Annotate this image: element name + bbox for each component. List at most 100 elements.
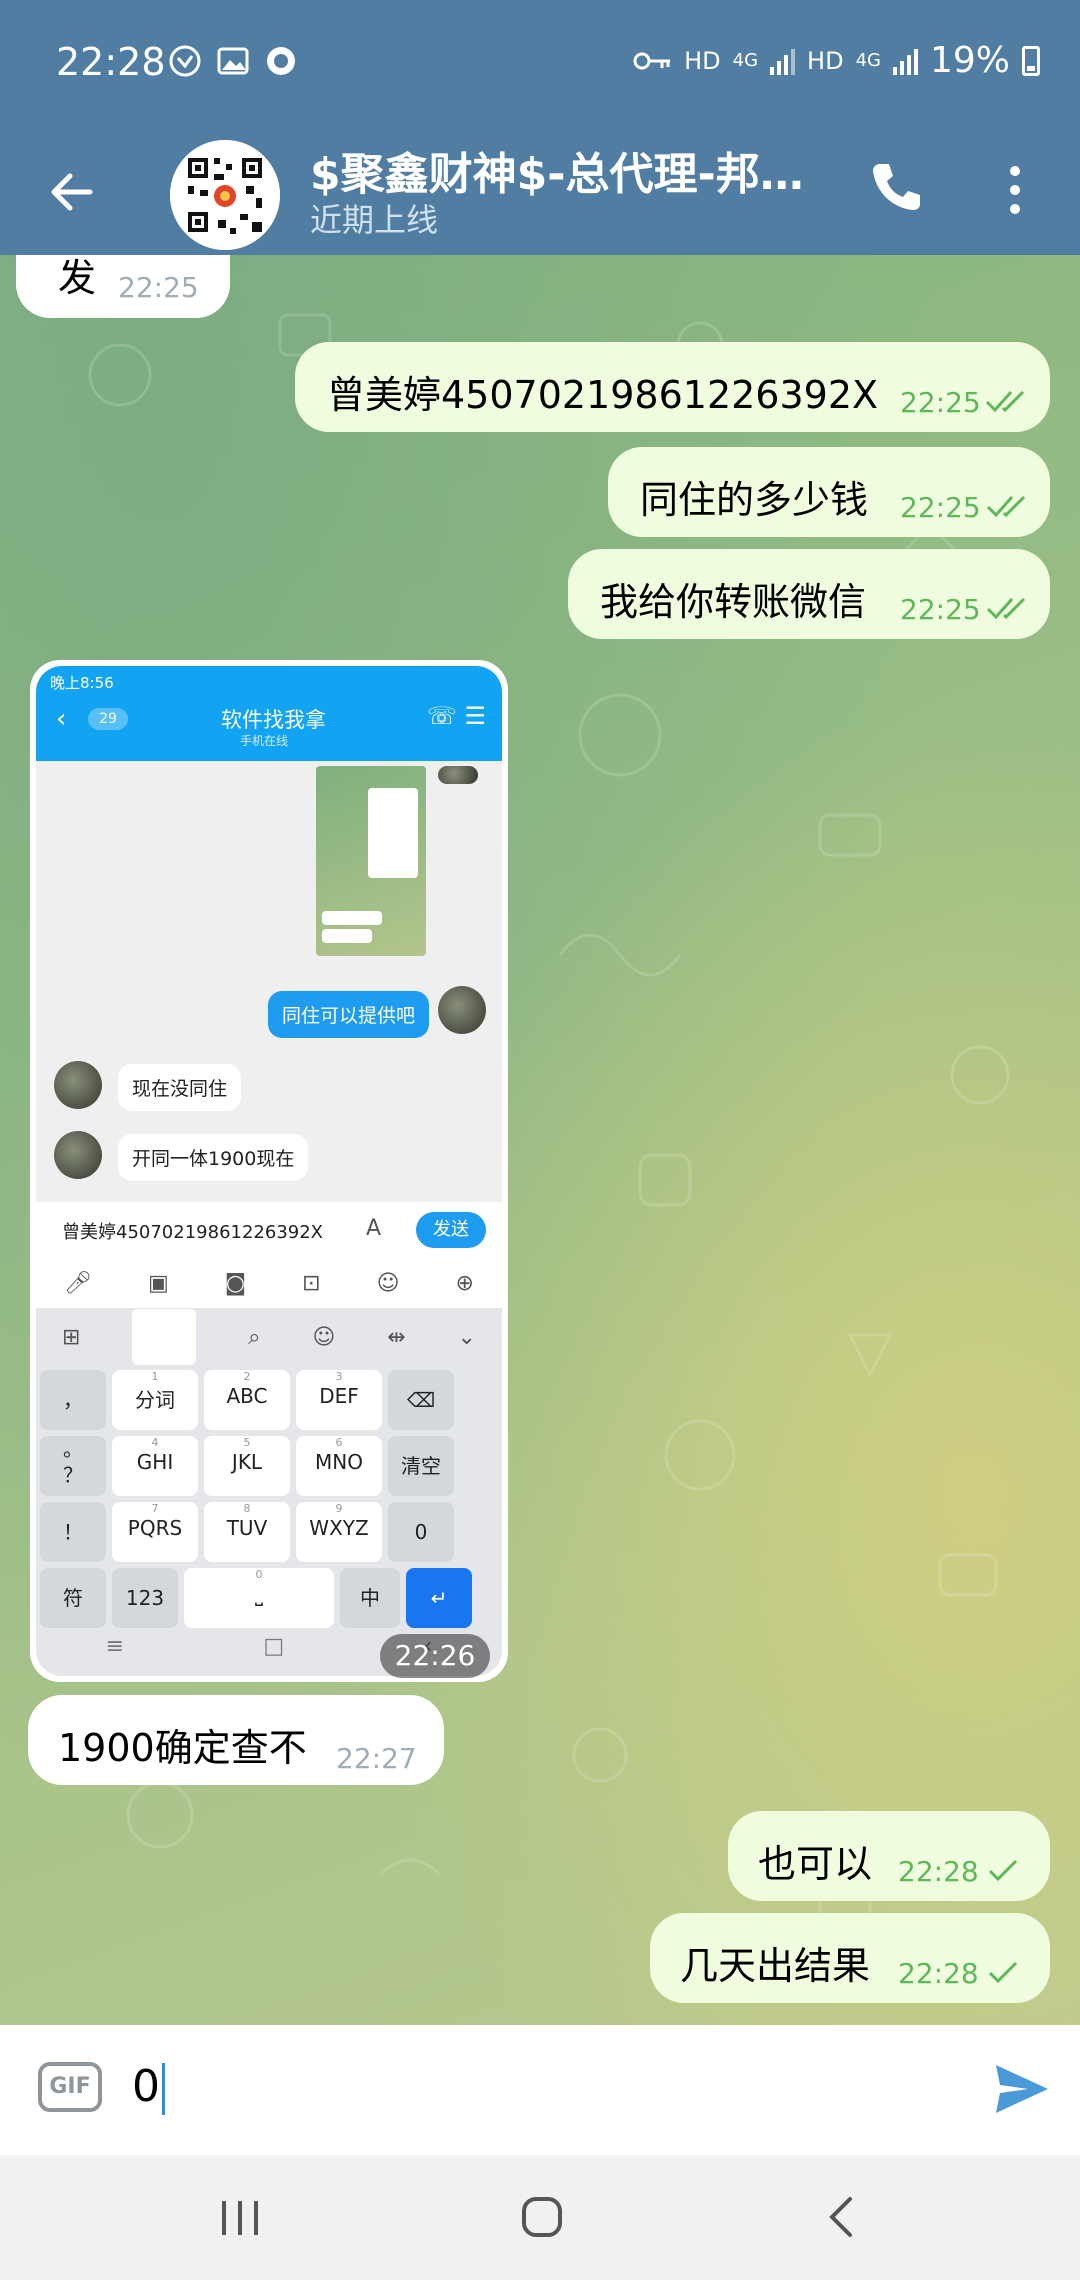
- battery-icon: [1022, 45, 1040, 76]
- phone-call-icon[interactable]: [860, 152, 930, 222]
- browser-icon: [264, 44, 298, 78]
- message-text: 1900确定查不: [58, 1726, 307, 1770]
- status-time: 22:28: [56, 40, 166, 84]
- network-type-1: 4G: [732, 50, 759, 71]
- network-type-2: 4G: [855, 50, 881, 71]
- message-outgoing[interactable]: 同住的多少钱 22:25: [608, 447, 1050, 537]
- message-incoming[interactable]: 发 22:25: [16, 255, 230, 318]
- signal-icon-1: [770, 47, 796, 75]
- embedded-avatar: [54, 1131, 102, 1179]
- chat-status: 近期上线: [310, 201, 439, 239]
- embedded-key: 5 JKL: [204, 1436, 290, 1496]
- embedded-smile-icon: ☺: [312, 1324, 336, 1350]
- message-text: 发: [58, 256, 97, 300]
- send-icon[interactable]: [990, 2057, 1054, 2121]
- message-outgoing[interactable]: 曾美婷45070219861226392X 22:25: [295, 342, 1050, 432]
- home-icon[interactable]: [520, 2195, 564, 2239]
- message-time: 22:27: [336, 1742, 417, 1775]
- status-bar: 22:28 HD 4G HD 4G 19%: [0, 0, 1080, 130]
- system-nav-bar: [0, 2155, 1080, 2280]
- embedded-key: 清空: [388, 1436, 454, 1496]
- embedded-font-icon: A: [366, 1216, 382, 1241]
- embedded-send-button: 发送: [416, 1212, 486, 1248]
- embedded-delete-key: ⌫: [388, 1370, 454, 1430]
- embedded-key: 9 WXYZ: [296, 1502, 382, 1562]
- embedded-key: 7 PQRS: [112, 1502, 198, 1562]
- message-input[interactable]: 0: [132, 2061, 165, 2115]
- qr-code-avatar-icon: [170, 140, 280, 250]
- message-time: 22:25: [118, 271, 199, 304]
- embedded-key: 2 ABC: [204, 1370, 290, 1430]
- embedded-image-icon: ▣: [147, 1270, 169, 1296]
- check-icon: [988, 1961, 1018, 1984]
- message-text: 我给你转账微信: [600, 580, 867, 624]
- message-outgoing[interactable]: 也可以 22:28: [728, 1811, 1050, 1901]
- message-time: 22:26: [380, 1634, 490, 1678]
- message-time: 22:28: [898, 1855, 979, 1888]
- embedded-key: 3 DEF: [296, 1370, 382, 1430]
- message-outgoing[interactable]: 我给你转账微信 22:25: [568, 549, 1050, 639]
- recent-apps-icon[interactable]: [218, 2199, 264, 2237]
- message-time: 22:25: [900, 386, 981, 419]
- message-text: 同住的多少钱: [640, 478, 869, 522]
- embedded-plus-icon: ⊕: [455, 1270, 474, 1296]
- message-composer: GIF 0: [0, 2025, 1080, 2155]
- embedded-status-time: 晚上8:56: [50, 674, 114, 692]
- embedded-cursor-icon: ⇹: [387, 1324, 406, 1350]
- embedded-home-icon: □: [263, 1633, 285, 1659]
- embedded-avatar: [438, 766, 478, 784]
- embedded-key: 8 TUV: [204, 1502, 290, 1562]
- embedded-key: ，: [40, 1370, 106, 1430]
- check-icon: [988, 1859, 1018, 1882]
- embedded-key: 0: [388, 1502, 454, 1562]
- embedded-toolbar: 🎤︎ ▣ ◙ ⊡ ☺ ⊕: [36, 1258, 502, 1308]
- embedded-menu-icon: ☏ ☰: [426, 702, 486, 730]
- embedded-collapse-icon: ⌄: [457, 1324, 476, 1350]
- embedded-back-icon: ‹: [56, 704, 67, 734]
- embedded-message-incoming: 现在没同住: [118, 1064, 242, 1111]
- hd-label-2: HD: [807, 46, 844, 75]
- message-incoming[interactable]: 1900确定查不 22:27: [28, 1695, 444, 1785]
- avatar[interactable]: [170, 140, 280, 250]
- embedded-gift-icon: ⊡: [302, 1270, 321, 1296]
- embedded-search-icon: ⌕: [248, 1324, 261, 1350]
- embedded-mic-icon: 🎤︎: [64, 1270, 92, 1296]
- signal-icon-2: [892, 47, 918, 75]
- battery-percent: 19%: [929, 40, 1010, 81]
- gallery-icon: [216, 44, 250, 78]
- embedded-avatar: [54, 1061, 102, 1109]
- embedded-key: 4 GHI: [112, 1436, 198, 1496]
- embedded-message-outgoing: 同住可以提供吧: [268, 991, 430, 1038]
- message-time: 22:25: [900, 593, 981, 626]
- embedded-camera-icon: ◙: [224, 1270, 247, 1296]
- embedded-grid-icon: ⊞: [61, 1324, 81, 1350]
- back-icon[interactable]: [820, 2195, 864, 2239]
- gif-button[interactable]: GIF: [38, 2062, 102, 2112]
- embedded-key: 1 分词: [112, 1370, 198, 1430]
- text-caret: [162, 2063, 165, 2115]
- double-check-icon: [986, 597, 1026, 620]
- key-icon: [633, 52, 671, 69]
- embedded-input-value: 曾美婷45070219861226392X: [62, 1222, 324, 1243]
- embedded-cursor-key: [132, 1309, 197, 1365]
- hd-label-1: HD: [684, 46, 721, 75]
- chat-title[interactable]: $聚鑫财神$-总代理-邦…: [310, 138, 810, 202]
- embedded-chat-status: 手机在线: [240, 734, 289, 748]
- embedded-avatar: [438, 986, 486, 1034]
- message-image[interactable]: 晚上8:56 ‹ 29 软件找我拿 手机在线 ☏ ☰ 同住可以提供吧 现在没同住…: [30, 660, 508, 1682]
- double-check-icon: [986, 495, 1026, 518]
- message-outgoing[interactable]: 几天出结果 22:28: [650, 1913, 1050, 2003]
- embedded-emoji-icon: ☺: [376, 1270, 400, 1296]
- back-arrow-icon[interactable]: [42, 162, 102, 222]
- embedded-screenshot: 晚上8:56 ‹ 29 软件找我拿 手机在线 ☏ ☰ 同住可以提供吧 现在没同住…: [36, 666, 502, 1676]
- chat-area[interactable]: 发 22:25 曾美婷45070219861226392X 22:25 同住的多…: [0, 255, 1080, 2025]
- embedded-unread-badge: 29: [88, 708, 128, 730]
- embedded-recent-icon: ≡: [105, 1633, 125, 1659]
- more-menu-icon[interactable]: [995, 155, 1035, 225]
- embedded-chat-name: 软件找我拿: [221, 708, 326, 732]
- embedded-key: 。？: [40, 1436, 106, 1496]
- embedded-message-incoming: 开同一体1900现在: [118, 1134, 309, 1181]
- message-input-value: 0: [132, 2061, 160, 2112]
- double-check-icon: [985, 390, 1025, 413]
- message-time: 22:28: [898, 1957, 979, 1990]
